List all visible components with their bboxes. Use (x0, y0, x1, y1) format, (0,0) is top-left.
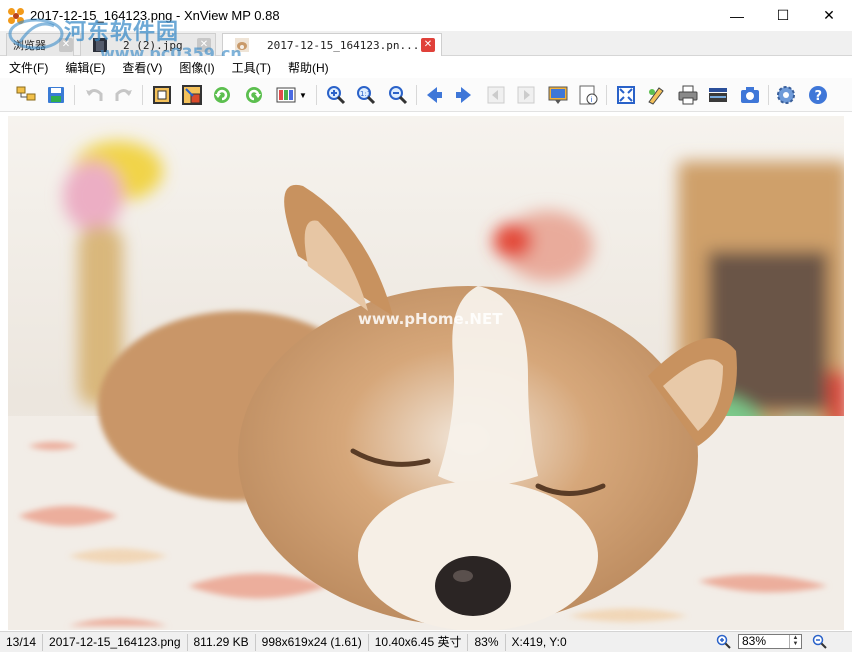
image-watermark: www.pHome.NET (358, 310, 503, 328)
svg-text:i: i (591, 96, 593, 104)
zoom-in-icon[interactable] (324, 83, 348, 107)
undo-icon[interactable] (82, 83, 106, 107)
menu-image[interactable]: 图像(I) (179, 59, 214, 76)
slideshow-icon[interactable] (546, 83, 570, 107)
status-zoom-percent: 83% (468, 633, 506, 651)
scan-icon[interactable] (706, 83, 730, 107)
chevron-down-icon[interactable]: ▼ (299, 91, 307, 100)
tab-active-image[interactable]: 2017-12-15_164123.pn... ✕ (222, 33, 442, 57)
previous-icon[interactable] (422, 83, 446, 107)
settings-icon[interactable] (774, 83, 798, 107)
watermark-site-name: 河东软件园 (64, 19, 180, 45)
info-icon[interactable]: i (576, 83, 600, 107)
last-icon[interactable] (514, 83, 538, 107)
help-icon[interactable]: ? (806, 83, 830, 107)
adjust-colors-icon[interactable]: ▼ (272, 83, 310, 107)
status-print-size: 10.40x6.45 英寸 (369, 633, 469, 651)
rotate-left-icon[interactable] (210, 83, 234, 107)
puppy-photo: www.pHome.NET (8, 116, 844, 630)
image-canvas[interactable]: www.pHome.NET (8, 116, 844, 630)
tab-label: 2017-12-15_164123.pn... (267, 39, 420, 52)
capture-icon[interactable] (738, 83, 762, 107)
resize-icon[interactable] (180, 83, 204, 107)
rotate-right-icon[interactable] (242, 83, 266, 107)
toolbar: ▼ 1:1 i ? (0, 78, 852, 112)
maximize-button[interactable]: ☐ (760, 0, 806, 31)
minimize-button[interactable]: — (714, 0, 760, 31)
menu-help[interactable]: 帮助(H) (288, 59, 329, 76)
status-cursor: X:419, Y:0 (511, 634, 567, 649)
first-icon[interactable] (484, 83, 508, 107)
menu-tools[interactable]: 工具(T) (232, 59, 271, 76)
close-button[interactable]: ✕ (806, 0, 852, 31)
browse-icon[interactable] (14, 83, 38, 107)
menu-view[interactable]: 查看(V) (122, 59, 162, 76)
print-icon[interactable] (676, 83, 700, 107)
zoom-in-icon[interactable] (716, 634, 732, 650)
menu-edit[interactable]: 编辑(E) (65, 59, 105, 76)
next-icon[interactable] (452, 83, 476, 107)
zoom-value: 83% (742, 634, 767, 648)
save-icon[interactable] (44, 83, 68, 107)
edit-icon[interactable] (644, 83, 668, 107)
crop-icon[interactable] (150, 83, 174, 107)
zoom-input[interactable]: 83% ▲ ▼ (738, 634, 802, 649)
svg-text:?: ? (815, 89, 823, 104)
zoom-1to1-icon[interactable]: 1:1 (354, 83, 378, 107)
zoom-out-icon[interactable] (812, 634, 828, 650)
status-filesize: 811.29 KB (188, 633, 256, 651)
zoom-spinner[interactable]: ▲ ▼ (789, 635, 801, 648)
redo-icon[interactable] (112, 83, 136, 107)
fullscreen-icon[interactable] (614, 83, 638, 107)
watermark-logo (8, 18, 64, 50)
menu-file[interactable]: 文件(F) (9, 59, 48, 76)
status-position: 13/14 (0, 633, 44, 651)
status-dimensions: 998x619x24 (1.61) (256, 633, 369, 651)
close-icon[interactable]: ✕ (421, 38, 435, 52)
zoom-out-icon[interactable] (386, 83, 410, 107)
menu-bar: 文件(F) 编辑(E) 查看(V) 图像(I) 工具(T) 帮助(H) (0, 56, 852, 78)
status-filename: 2017-12-15_164123.png (43, 633, 188, 651)
